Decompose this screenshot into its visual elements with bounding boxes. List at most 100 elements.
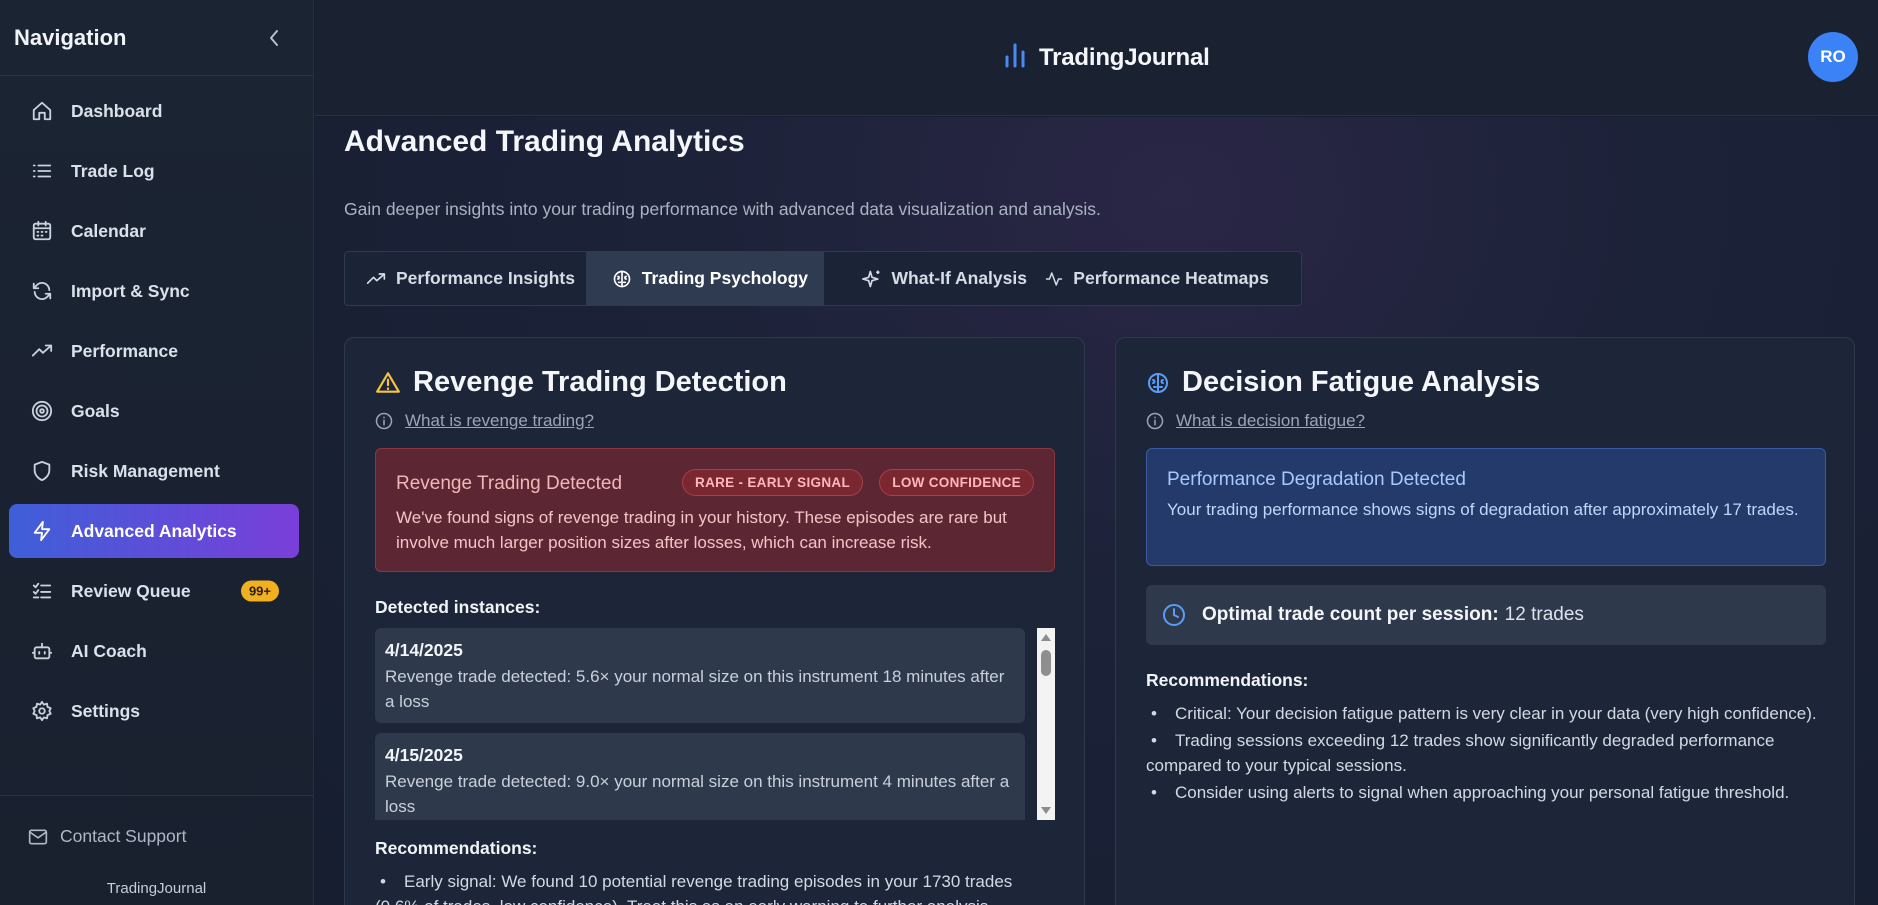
user-avatar[interactable]: RO [1808, 32, 1858, 82]
sidebar-item-trade-log[interactable]: Trade Log [9, 144, 299, 198]
scroll-thumb[interactable] [1041, 650, 1051, 676]
recommendations-label: Recommendations: [375, 838, 538, 858]
confidence-badge: LOW CONFIDENCE [879, 469, 1034, 496]
bar-chart-icon [1003, 42, 1027, 73]
sidebar-item-dashboard[interactable]: Dashboard [9, 84, 299, 138]
instance-text: Revenge trade detected: 5.6× your normal… [385, 667, 1005, 711]
brain-icon [612, 269, 632, 289]
calendar-icon [29, 218, 55, 244]
rare-signal-badge: RARE - EARLY SIGNAL [682, 469, 863, 496]
home-icon [29, 98, 55, 124]
recommendation-item: Trading sessions exceeding 12 trades sho… [1146, 728, 1826, 778]
sidebar-footer: Contact Support TradingJournal [0, 795, 313, 905]
gear-icon [29, 698, 55, 724]
card-title: Decision Fatigue Analysis [1146, 366, 1540, 399]
instance-text: Revenge trade detected: 9.0× your normal… [385, 772, 1010, 816]
sidebar-item-label: Import & Sync [71, 280, 190, 301]
instances-list[interactable]: 4/14/2025 Revenge trade detected: 5.6× y… [375, 628, 1055, 820]
page-subtitle: Gain deeper insights into your trading p… [344, 199, 1101, 219]
contact-support-link[interactable]: Contact Support [28, 826, 186, 847]
sidebar-item-label: Settings [71, 700, 141, 721]
recommendation-item: Critical: Your decision fatigue pattern … [1146, 701, 1826, 726]
sidebar-item-label: Calendar [71, 220, 146, 241]
sidebar-item-label: AI Coach [71, 640, 147, 661]
analytics-tabs: Performance Insights Trading Psychology … [344, 251, 1302, 306]
sidebar-item-risk-management[interactable]: Risk Management [9, 444, 299, 498]
instance-date: 4/15/2025 [385, 745, 463, 765]
sidebar-item-label: Performance [71, 340, 178, 361]
bot-icon [29, 638, 55, 664]
top-bar: TradingJournal RO [315, 0, 1878, 116]
app-logo[interactable]: TradingJournal [1003, 42, 1210, 73]
shield-icon [29, 458, 55, 484]
revenge-recommendations: Early signal: We found 10 potential reve… [375, 869, 1055, 905]
sidebar-item-import-sync[interactable]: Import & Sync [9, 264, 299, 318]
info-icon [375, 412, 393, 430]
card-title-text: Revenge Trading Detection [413, 366, 787, 398]
page-title: Advanced Trading Analytics [344, 125, 745, 158]
alert-text: We've found signs of revenge trading in … [396, 508, 1007, 552]
recommendation-item: Early signal: We found 10 potential reve… [375, 869, 1055, 905]
tab-label: Trading Psychology [641, 268, 809, 288]
review-count-badge: 99+ [240, 580, 279, 602]
tab-what-if-analysis[interactable]: What-If Analysis [824, 252, 1042, 305]
sidebar-item-label: Risk Management [71, 460, 220, 481]
tab-label: What-If Analysis [891, 268, 1027, 288]
tab-performance-insights[interactable]: Performance Insights [345, 252, 586, 305]
recommendations-label: Recommendations: [1146, 670, 1309, 690]
zap-icon [29, 518, 55, 544]
fatigue-alert: Performance Degradation Detected Your tr… [1146, 448, 1826, 566]
warning-triangle-icon [375, 370, 401, 396]
instance-date: 4/14/2025 [385, 640, 463, 660]
trending-up-icon [366, 269, 386, 289]
sidebar-item-label: Goals [71, 400, 120, 421]
list-item: 4/15/2025 Revenge trade detected: 9.0× y… [375, 733, 1025, 820]
optimal-value: 12 trades [1504, 604, 1584, 625]
instances-label: Detected instances: [375, 597, 541, 617]
optimal-label: Optimal trade count per session: [1202, 604, 1499, 625]
collapse-chevron-left-icon[interactable] [263, 27, 285, 49]
sparkles-icon [861, 269, 882, 289]
sidebar-item-settings[interactable]: Settings [9, 684, 299, 738]
trending-up-icon [29, 338, 55, 364]
instances-scrollbar[interactable] [1037, 628, 1055, 820]
sidebar-item-label: Dashboard [71, 100, 163, 121]
alert-heading: Revenge Trading Detected [396, 473, 623, 494]
activity-icon [1045, 270, 1063, 288]
sidebar: Navigation Dashboard Trade Log Calendar [0, 0, 314, 905]
optimal-trade-count: Optimal trade count per session: 12 trad… [1146, 585, 1826, 645]
revenge-alert: Revenge Trading Detected RARE - EARLY SI… [375, 448, 1055, 572]
sidebar-nav: Dashboard Trade Log Calendar Import & Sy… [0, 76, 313, 738]
recommendation-item: Consider using alerts to signal when app… [1146, 780, 1826, 805]
tab-trading-psychology[interactable]: Trading Psychology [585, 252, 824, 305]
checklist-icon [29, 578, 55, 604]
tab-label: Performance Heatmaps [1073, 268, 1269, 288]
sidebar-item-goals[interactable]: Goals [9, 384, 299, 438]
card-title: Revenge Trading Detection [375, 366, 787, 399]
sidebar-item-review-queue[interactable]: Review Queue 99+ [9, 564, 299, 618]
sidebar-item-performance[interactable]: Performance [9, 324, 299, 378]
sidebar-title: Navigation [14, 24, 127, 50]
sidebar-item-calendar[interactable]: Calendar [9, 204, 299, 258]
revenge-trading-card: Revenge Trading Detection What is reveng… [344, 337, 1085, 905]
target-icon [29, 398, 55, 424]
scroll-up-arrow-icon[interactable] [1041, 634, 1051, 641]
tab-performance-heatmaps[interactable]: Performance Heatmaps [1041, 252, 1301, 305]
alert-heading: Performance Degradation Detected [1167, 469, 1466, 490]
fatigue-help-link[interactable]: What is decision fatigue? [1146, 411, 1365, 431]
scroll-down-arrow-icon[interactable] [1041, 807, 1051, 814]
sidebar-item-advanced-analytics[interactable]: Advanced Analytics [9, 504, 299, 558]
list-icon [29, 158, 55, 184]
fatigue-recommendations: Critical: Your decision fatigue pattern … [1146, 701, 1826, 807]
app-logo-text: TradingJournal [1039, 43, 1210, 71]
list-item: 4/14/2025 Revenge trade detected: 5.6× y… [375, 628, 1025, 723]
sidebar-header: Navigation [0, 0, 313, 76]
sidebar-item-label: Review Queue [71, 580, 191, 601]
revenge-help-link[interactable]: What is revenge trading? [375, 411, 594, 431]
help-link-text: What is revenge trading? [405, 411, 594, 430]
mail-icon [28, 827, 48, 847]
decision-fatigue-card: Decision Fatigue Analysis What is decisi… [1115, 337, 1855, 905]
contact-support-label: Contact Support [60, 826, 187, 846]
sidebar-item-label: Advanced Analytics [71, 520, 237, 541]
sidebar-item-ai-coach[interactable]: AI Coach [9, 624, 299, 678]
